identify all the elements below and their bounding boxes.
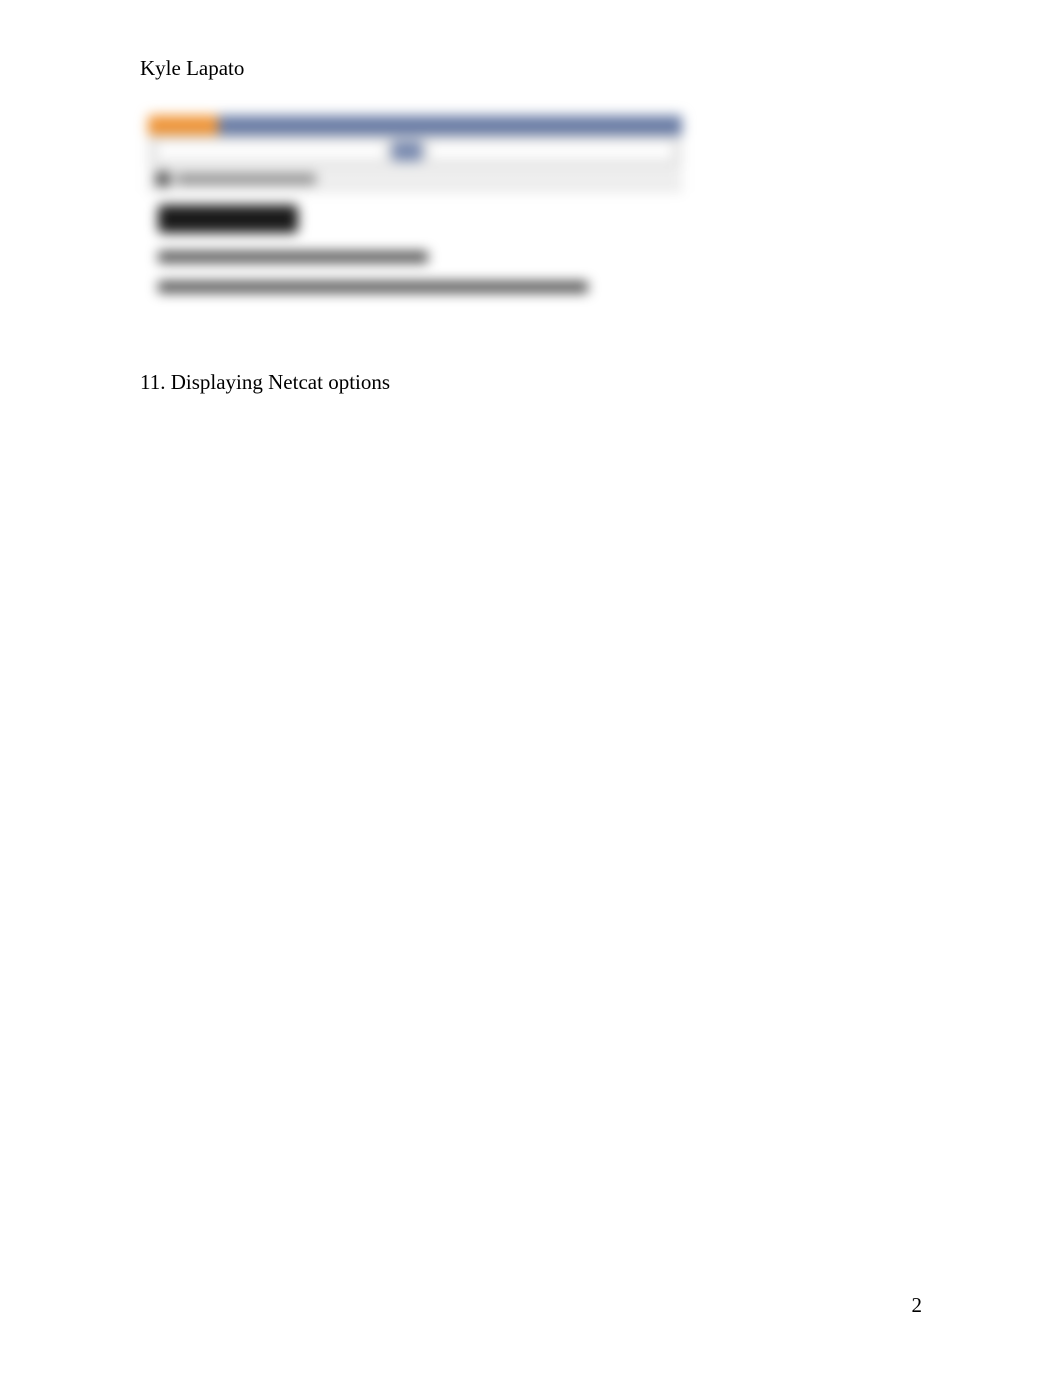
author-name-text: Kyle Lapato: [140, 56, 244, 80]
url-go-button: [392, 141, 422, 161]
browser-bookmark-row: [148, 167, 682, 191]
section-title: Displaying Netcat options: [171, 370, 390, 394]
section-heading: 11. Displaying Netcat options: [140, 370, 390, 395]
browser-active-tab: [148, 115, 218, 135]
section-number: 11.: [140, 370, 165, 394]
page-number: 2: [912, 1293, 923, 1318]
content-heading-placeholder: [158, 205, 298, 233]
url-bar-right: [428, 141, 674, 161]
page-author-header: Kyle Lapato: [140, 56, 244, 81]
url-bar-left: [156, 141, 386, 161]
embedded-browser-screenshot: [148, 115, 682, 345]
content-line-2: [158, 281, 588, 293]
bookmark-text-placeholder: [176, 174, 316, 184]
bookmark-icon: [156, 172, 170, 186]
browser-tab-bar-bg: [218, 115, 682, 135]
browser-tab-row: [148, 115, 682, 135]
page-number-value: 2: [912, 1293, 923, 1317]
browser-content-area: [148, 191, 682, 325]
content-line-1: [158, 251, 428, 263]
browser-toolbar: [148, 135, 682, 167]
